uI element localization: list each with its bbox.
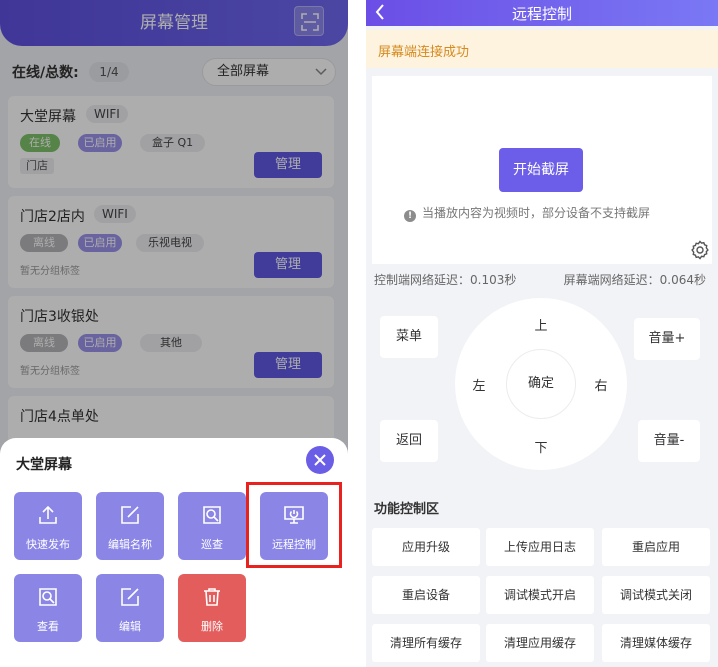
trash-icon: [204, 588, 220, 606]
function-button[interactable]: 重启设备: [372, 576, 480, 614]
edit-icon: [121, 588, 139, 606]
action-label: 编辑: [119, 620, 141, 633]
close-button[interactable]: [306, 446, 334, 474]
info-icon: !: [404, 210, 416, 222]
dpad-ok-button[interactable]: 确定: [506, 349, 576, 419]
volume-down-button[interactable]: 音量-: [638, 420, 700, 462]
gear-icon[interactable]: [690, 240, 710, 260]
connection-notice: 屏幕端连接成功: [366, 30, 718, 68]
function-button[interactable]: 清理所有缓存: [372, 624, 480, 662]
edit-button[interactable]: 编辑: [96, 574, 164, 642]
action-label: 快速发布: [26, 538, 70, 551]
function-button[interactable]: 调试模式关闭: [602, 576, 710, 614]
function-section-title: 功能控制区: [374, 502, 440, 517]
edit-name-button[interactable]: 编辑名称: [96, 492, 164, 560]
search-icon: [203, 506, 221, 524]
control-latency: 控制端网络延迟：0.103秒: [374, 273, 517, 287]
view-button[interactable]: 查看: [14, 574, 82, 642]
edit-icon: [121, 506, 139, 524]
screen-latency: 屏幕端网络延迟：0.064秒: [563, 273, 706, 287]
menu-button[interactable]: 菜单: [380, 316, 438, 358]
function-button[interactable]: 调试模式开启: [486, 576, 594, 614]
inspect-button[interactable]: 巡查: [178, 492, 246, 560]
screenshot-info: ! 当播放内容为视频时，部分设备不支持截屏: [404, 204, 650, 222]
direction-pad: 上 下 左 右 确定: [455, 298, 627, 470]
function-button[interactable]: 上传应用日志: [486, 528, 594, 566]
function-button[interactable]: 应用升级: [372, 528, 480, 566]
screen-management-panel: 屏幕管理 在线/总数: 1/4 全部屏幕 大堂屏幕 WIFI 在线 已启用 盒子…: [0, 0, 348, 667]
upload-icon: [39, 505, 57, 524]
action-label: 删除: [201, 620, 223, 633]
close-icon: [314, 454, 326, 466]
remote-control-panel: 远程控制 屏幕端连接成功 开始截屏 ! 当播放内容为视频时，部分设备不支持截屏 控…: [366, 0, 718, 667]
volume-up-button[interactable]: 音量+: [634, 318, 700, 360]
header-bar: 远程控制: [366, 0, 718, 26]
search-icon: [39, 588, 57, 606]
screenshot-area: 开始截屏 ! 当播放内容为视频时，部分设备不支持截屏: [372, 76, 712, 264]
quick-publish-button[interactable]: 快速发布: [14, 492, 82, 560]
info-text: 当播放内容为视频时，部分设备不支持截屏: [422, 206, 651, 220]
dpad-right-button[interactable]: 右: [591, 375, 611, 394]
function-button[interactable]: 清理媒体缓存: [602, 624, 710, 662]
start-screenshot-button[interactable]: 开始截屏: [499, 148, 583, 192]
dpad-left-button[interactable]: 左: [469, 375, 489, 394]
highlight-box: [246, 482, 342, 568]
delete-button[interactable]: 删除: [178, 574, 246, 642]
action-sheet-title: 大堂屏幕: [16, 457, 72, 473]
dpad-down-button[interactable]: 下: [531, 437, 551, 456]
dpad-up-button[interactable]: 上: [531, 315, 551, 334]
action-label: 编辑名称: [108, 538, 152, 551]
action-label: 查看: [37, 620, 59, 633]
notice-text: 屏幕端连接成功: [378, 45, 470, 60]
page-title: 远程控制: [511, 5, 572, 23]
action-label: 巡查: [201, 538, 223, 551]
function-button[interactable]: 清理应用缓存: [486, 624, 594, 662]
function-button[interactable]: 重启应用: [602, 528, 710, 566]
back-button[interactable]: 返回: [380, 420, 438, 462]
